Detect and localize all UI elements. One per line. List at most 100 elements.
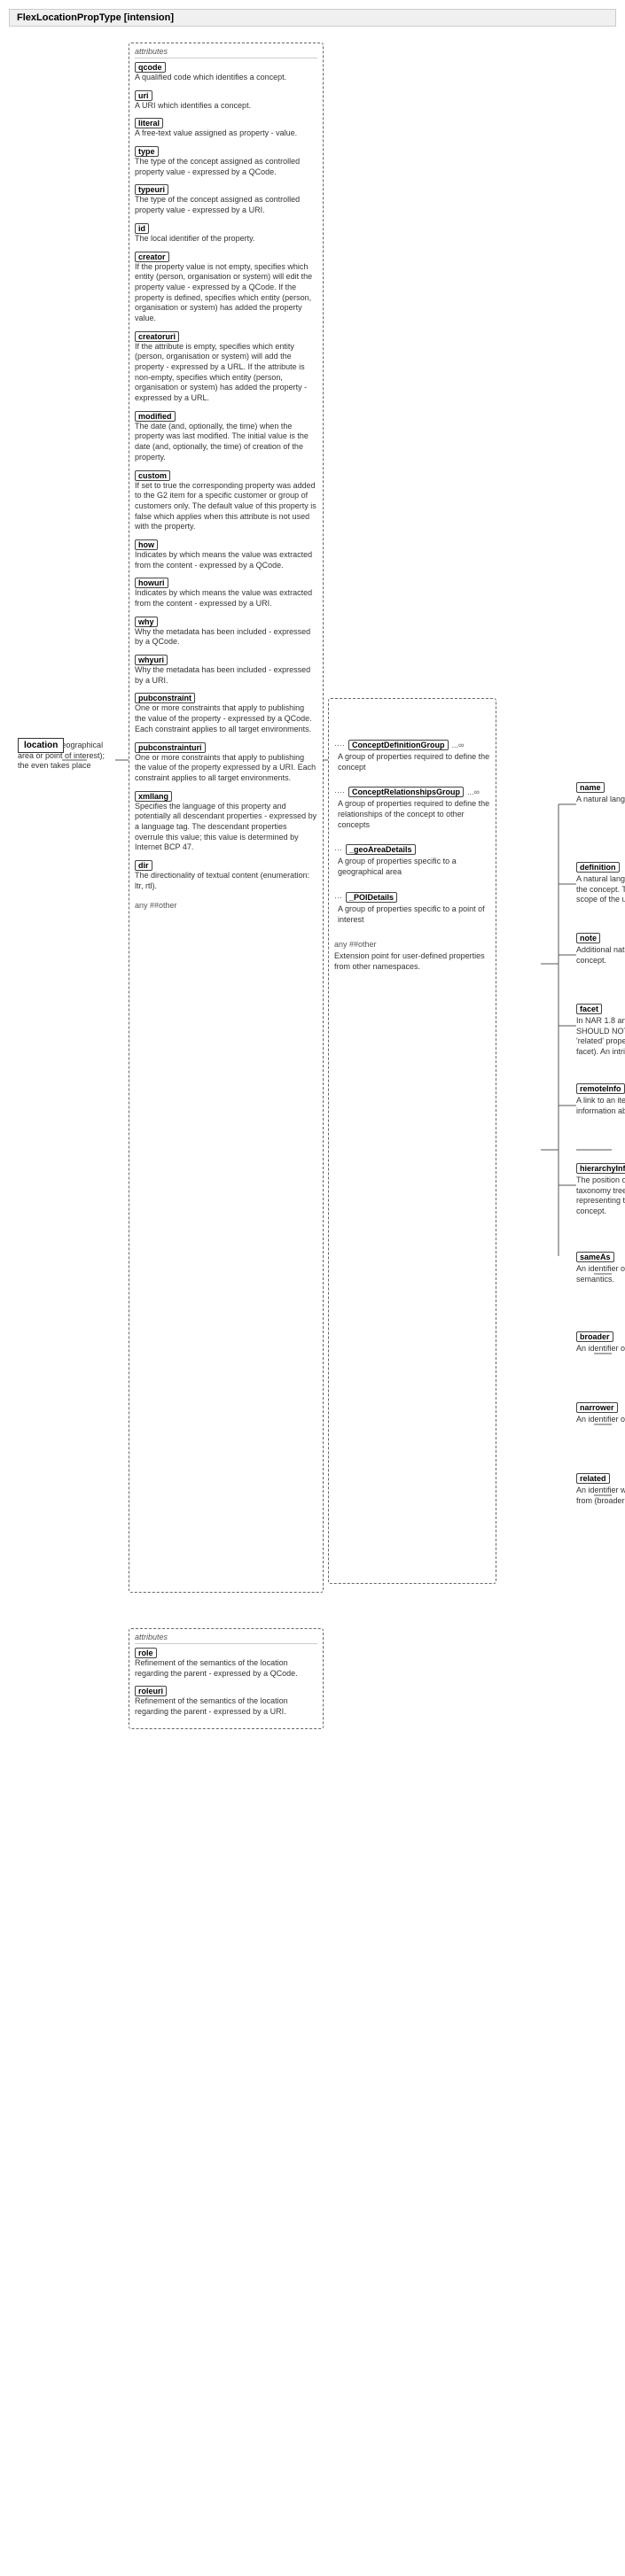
attr-desc-creatoruri: If the attribute is empty, specifies whi… <box>135 342 317 404</box>
right-item-related: related An identifier where the relation… <box>576 1473 625 1506</box>
location-container: location A location (geographical area o… <box>18 738 115 772</box>
bottom-desc-roleuri: Refinement of the semantics of the locat… <box>135 1696 317 1717</box>
geo-area-details-desc: A group of properties specific to a geog… <box>334 857 490 877</box>
hierarchyinfo-desc: The position of a concept in a hierarchi… <box>576 1175 625 1217</box>
broader-tag: broader <box>576 1331 613 1342</box>
attr-item-xmllang: xmllang Specifies the language of this p… <box>135 791 317 853</box>
right-item-note: note Additional natural language informa… <box>576 933 625 966</box>
bottom-attr-role: role Refinement of the semantics of the … <box>135 1648 317 1679</box>
bottom-attributes-box: attributes role Refinement of the semant… <box>129 1628 324 1729</box>
note-tag: note <box>576 933 600 943</box>
attr-item-how: how Indicates by which means the value w… <box>135 539 317 570</box>
attr-desc-pubconstrainturi: One or more constraints that apply to pu… <box>135 753 317 784</box>
attr-item-why: why Why the metadata has been included -… <box>135 617 317 648</box>
poi-details-row: ··· _POIDetails A group of properties sp… <box>334 892 490 925</box>
narrower-tag: narrower <box>576 1402 618 1413</box>
attr-tag-type: type <box>135 146 159 157</box>
sameas-desc: An identifier of a concept with equivale… <box>576 1264 625 1284</box>
attr-tag-pubconstrainturi: pubconstrainturi <box>135 742 206 753</box>
attr-tag-why: why <box>135 617 158 627</box>
page-container: FlexLocationPropType [intension] <box>0 0 625 2576</box>
hierarchyinfo-tag: hierarchyInfo <box>576 1163 625 1174</box>
right-item-broader: broader An identifier of a more general … <box>576 1331 625 1354</box>
attr-desc-how: Indicates by which means the value was e… <box>135 550 317 570</box>
attr-tag-creatoruri: creatoruri <box>135 331 179 342</box>
bottom-tag-role: role <box>135 1648 157 1658</box>
attr-tag-typeuri: typeuri <box>135 184 168 195</box>
attr-desc-dir: The directionality of textual content (e… <box>135 871 317 891</box>
right-item-remoteinfo: remoteInfo A link to an item at a web re… <box>576 1083 625 1116</box>
attr-tag-dir: dir <box>135 860 152 871</box>
right-item-definition: definition A natural language definition… <box>576 862 625 905</box>
name-tag: name <box>576 782 605 793</box>
attr-item-dir: dir The directionality of textual conten… <box>135 860 317 891</box>
concept-relationships-group-row: ···· ConceptRelationshipsGroup ...∞ A gr… <box>334 787 490 830</box>
bottom-tag-roleuri: roleuri <box>135 1686 167 1696</box>
attr-desc-creator: If the property value is not empty, spec… <box>135 262 317 324</box>
attr-desc-howuri: Indicates by which means the value was e… <box>135 588 317 609</box>
attr-desc-literal: A free-text value assigned as property -… <box>135 128 317 139</box>
main-sequence-box: ···· ConceptDefinitionGroup ...∞ A group… <box>328 698 496 1584</box>
attr-tag-how: how <box>135 539 158 550</box>
attr-desc-whyuri: Why the metadata has been included - exp… <box>135 665 317 686</box>
attr-tag-custom: custom <box>135 470 170 481</box>
definition-tag: definition <box>576 862 620 873</box>
attr-tag-creator: creator <box>135 252 169 262</box>
concept-definition-group-desc: A group of properties required to define… <box>334 752 490 772</box>
concept-relationships-group-desc: A group of properties required to define… <box>334 799 490 830</box>
facet-desc: In NAR 1.8 and later, facet is deprecate… <box>576 1016 625 1058</box>
name-desc: A natural language name for the concept. <box>576 795 625 805</box>
attr-item-literal: literal A free-text value assigned as pr… <box>135 118 317 139</box>
attr-item-custom: custom If set to true the corresponding … <box>135 470 317 532</box>
attr-desc-why: Why the metadata has been included - exp… <box>135 627 317 648</box>
attr-item-id: id The local identifier of the property. <box>135 223 317 244</box>
attr-tag-modified: modified <box>135 411 176 422</box>
attr-item-creator: creator If the property value is not emp… <box>135 252 317 324</box>
attr-desc-type: The type of the concept assigned as cont… <box>135 157 317 177</box>
attr-desc-id: The local identifier of the property. <box>135 234 317 244</box>
right-item-narrower: narrower An identifier of a more specifi… <box>576 1402 625 1425</box>
attr-tag-qcode: qcode <box>135 62 166 73</box>
bottom-attributes-header: attributes <box>135 1633 317 1644</box>
attr-item-qcode: qcode A qualified code which identifies … <box>135 62 317 83</box>
attr-desc-pubconstraint: One or more constraints that apply to pu… <box>135 703 317 734</box>
attr-desc-uri: A URI which identifies a concept. <box>135 101 317 112</box>
attr-tag-literal: literal <box>135 118 163 128</box>
attributes-header: attributes <box>135 47 317 58</box>
right-item-hierarchyinfo: hierarchyInfo The position of a concept … <box>576 1163 625 1217</box>
attr-item-pubconstraint: pubconstraint One or more constraints th… <box>135 693 317 734</box>
geo-area-details-tag: _geoAreaDetails <box>346 844 416 855</box>
concept-definition-group-row: ···· ConceptDefinitionGroup ...∞ A group… <box>334 740 490 772</box>
location-box: location <box>18 738 64 753</box>
related-desc: An identifier where the relationship is … <box>576 1486 625 1506</box>
definition-desc: A natural language definition of the sem… <box>576 874 625 905</box>
title-text: FlexLocationPropType [intension] <box>17 12 174 23</box>
right-item-sameas: sameAs An identifier of a concept with e… <box>576 1252 625 1284</box>
attr-tag-id: id <box>135 223 149 234</box>
attr-tag-whyuri: whyuri <box>135 655 168 665</box>
attr-desc-custom: If set to true the corresponding propert… <box>135 481 317 532</box>
attr-item-creatoruri: creatoruri If the attribute is empty, sp… <box>135 331 317 404</box>
note-desc: Additional natural language information … <box>576 945 625 966</box>
poi-details-desc: A group of properties specific to a poin… <box>334 904 490 925</box>
facet-tag: facet <box>576 1004 602 1014</box>
sameas-tag: sameAs <box>576 1252 614 1262</box>
related-tag: related <box>576 1473 610 1484</box>
right-item-facet: facet In NAR 1.8 and later, facet is dep… <box>576 1004 625 1058</box>
attr-item-howuri: howuri Indicates by which means the valu… <box>135 578 317 609</box>
narrower-desc: An identifier of a more specific concept… <box>576 1415 625 1425</box>
remoteinfo-tag: remoteInfo <box>576 1083 625 1094</box>
any-other-label: any ##other <box>135 900 317 911</box>
attr-item-whyuri: whyuri Why the metadata has been include… <box>135 655 317 686</box>
bottom-attr-roleuri: roleuri Refinement of the semantics of t… <box>135 1686 317 1717</box>
remoteinfo-desc: A link to an item at a web resource whic… <box>576 1096 625 1116</box>
attr-desc-modified: The date (and, optionally, the time) whe… <box>135 422 317 463</box>
attr-desc-qcode: A qualified code which identifies a conc… <box>135 73 317 83</box>
attr-desc-xmllang: Specifies the language of this property … <box>135 802 317 853</box>
any-other-desc: Extension point for user-defined propert… <box>334 951 490 972</box>
geo-area-details-row: ··· _geoAreaDetails A group of propertie… <box>334 844 490 877</box>
bottom-desc-role: Refinement of the semantics of the locat… <box>135 1658 317 1679</box>
diagram-area: attributes qcode A qualified code which … <box>9 34 616 2567</box>
attributes-box: attributes qcode A qualified code which … <box>129 43 324 1593</box>
concept-definition-group-tag: ConceptDefinitionGroup <box>348 740 449 750</box>
